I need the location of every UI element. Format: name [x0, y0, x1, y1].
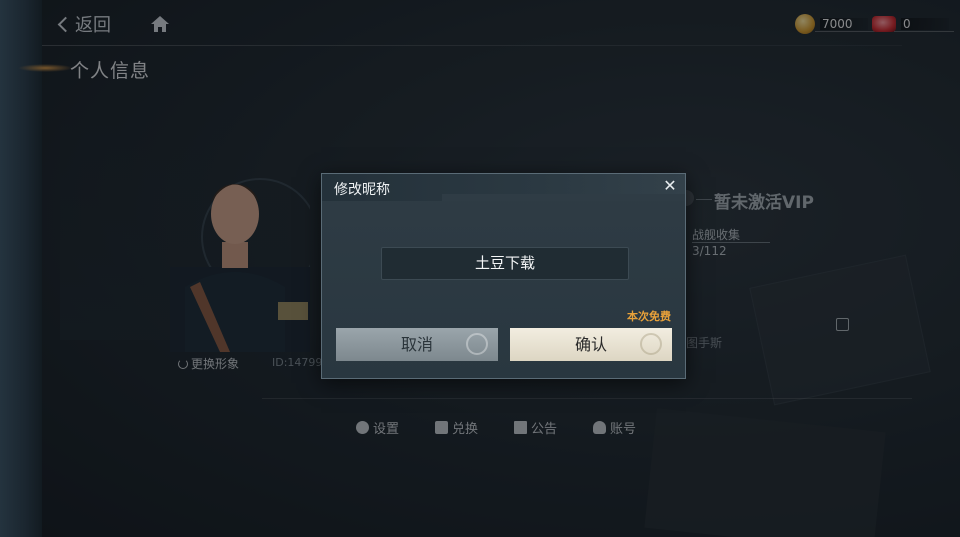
dialog-title: 修改昵称: [334, 182, 390, 198]
rename-dialog: 修改昵称 ✕ 土豆下载 本次免费 取消 确认: [321, 173, 686, 379]
dialog-header-notch: [442, 194, 685, 201]
cancel-button[interactable]: 取消: [336, 328, 498, 361]
confirm-label: 确认: [574, 335, 607, 354]
free-note: 本次免费: [627, 310, 671, 323]
confirm-button[interactable]: 确认: [510, 328, 672, 361]
emblem-icon: [466, 333, 488, 355]
nickname-input[interactable]: 土豆下载: [381, 247, 629, 280]
cancel-label: 取消: [400, 335, 433, 354]
emblem-icon: [640, 333, 662, 355]
game-background: 返回 7000 0 个人信息 更换形象 ID:147994 暂未激活VIP 战舰…: [0, 0, 960, 537]
close-icon[interactable]: ✕: [661, 177, 679, 195]
